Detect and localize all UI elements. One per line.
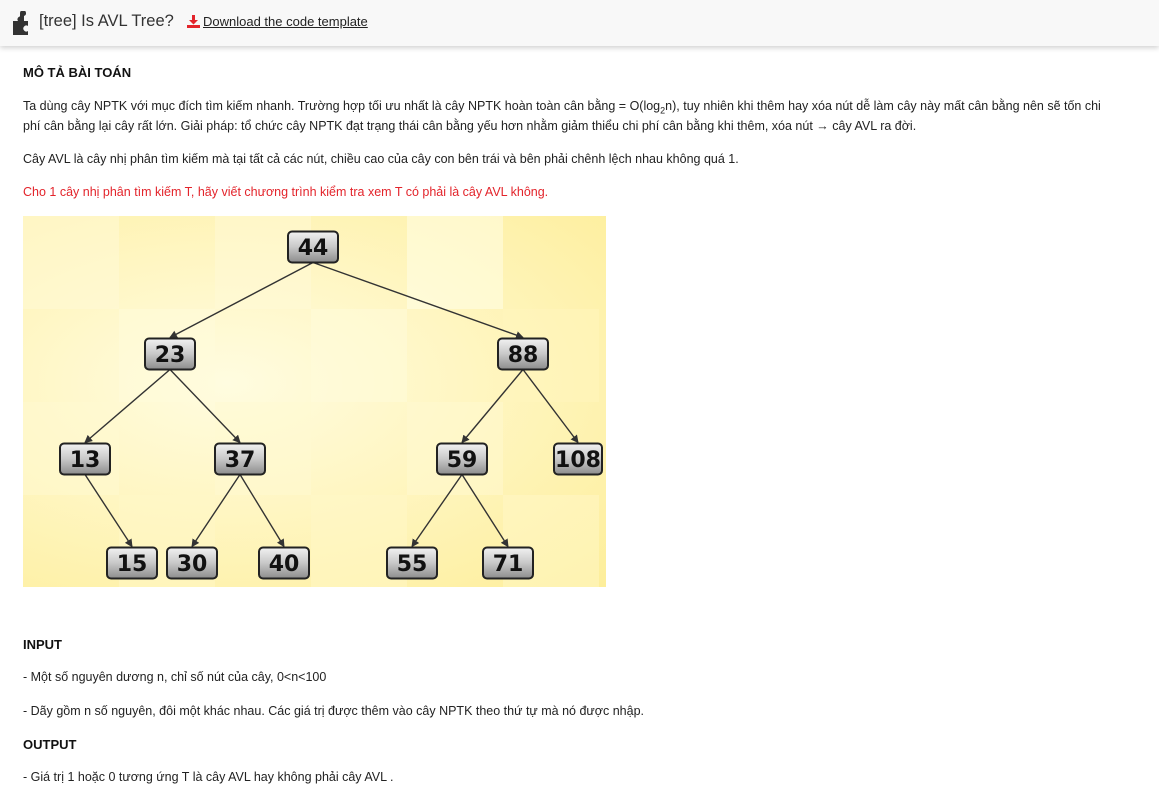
output-line1: - Giá trị 1 hoặc 0 tương ứng T là cây AV… [23,770,394,784]
tree-edge-44-23 [169,261,314,339]
tree-node-108: 108 [553,442,603,476]
tree-node-88: 88 [497,337,549,371]
input-line1: - Một số nguyên dương n, chỉ số nút của … [23,670,327,684]
description-para1-line2: phí cân bằng lại cây rất lớn. Giải pháp:… [23,119,917,133]
description-para1-line1: Ta dùng cây NPTK với mục đích tìm kiếm n… [23,99,1101,116]
tree-node-label: 108 [555,448,601,473]
tree-edge-23-13 [84,368,171,444]
tree-node-label: 37 [225,448,256,473]
tree-diagram: 44 23 88 13 37 59 108 15 30 40 55 71 [59,230,603,580]
tree-node-label: 23 [155,343,186,368]
tree-edge-37-40 [239,474,285,548]
avl-tree-figure: 44 23 88 13 37 59 108 15 30 40 55 71 [23,216,606,587]
input-line2: - Dãy gồm n số nguyên, đôi một khác nhau… [23,704,644,718]
tree-node-71: 71 [482,546,534,580]
problem-title: [tree] Is AVL Tree? [39,12,174,30]
description-heading: MÔ TẢ BÀI TOÁN [23,65,132,80]
tree-node-15: 15 [106,546,158,580]
tree-node-40: 40 [258,546,310,580]
tree-node-label: 55 [397,552,428,577]
download-template-link[interactable]: Download the code template [187,14,368,29]
tree-edge-59-71 [461,474,509,548]
tree-edge-37-30 [191,474,241,548]
tree-edge-88-59 [461,369,524,444]
download-label: Download the code template [203,14,368,29]
header-bar: [tree] Is AVL Tree? Download the code te… [0,0,1159,46]
tree-node-13: 13 [59,442,111,476]
tree-edge-13-15 [84,474,133,548]
tree-edge-59-55 [411,474,463,548]
tree-node-23: 23 [144,337,196,371]
tree-node-44: 44 [287,230,339,264]
output-heading: OUTPUT [23,737,77,752]
tree-node-label: 88 [508,343,539,368]
description-para3: Cho 1 cây nhị phân tìm kiếm T, hãy viết … [23,185,549,199]
tree-edge-44-88 [312,261,524,339]
tree-node-label: 30 [177,552,208,577]
tree-node-label: 15 [117,552,148,577]
tree-node-label: 40 [269,552,300,577]
tree-node-37: 37 [214,442,266,476]
para1-text-b: n), tuy nhiên khi thêm hay xóa nút dễ là… [665,99,1101,113]
puzzle-icon [13,11,28,35]
tree-edge-23-37 [169,369,241,444]
tree-node-label: 59 [447,448,478,473]
tree-node-30: 30 [166,546,218,580]
tree-node-label: 44 [298,236,329,261]
tree-node-label: 71 [493,552,524,577]
tree-node-55: 55 [386,546,438,580]
tree-node-label: 13 [70,448,101,473]
download-icon [187,15,200,28]
tree-edge-88-108 [522,369,579,444]
description-para2: Cây AVL là cây nhị phân tìm kiếm mà tại … [23,152,739,166]
tree-node-59: 59 [436,442,488,476]
para1-text-a: Ta dùng cây NPTK với mục đích tìm kiếm n… [23,99,661,113]
input-heading: INPUT [23,637,62,652]
